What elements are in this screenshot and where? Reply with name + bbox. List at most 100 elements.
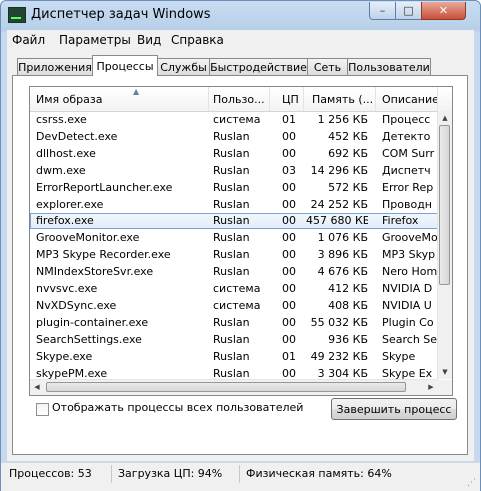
process-user: Ruslan (213, 231, 250, 245)
process-description: Error Rep (382, 180, 434, 194)
process-row[interactable]: plugin-container.exe Ruslan 00 55 032 КБ Plu… (30, 315, 438, 331)
process-user: Ruslan (213, 315, 250, 329)
process-row[interactable]: Skype.exe Ruslan 01 49 232 КБ Skype (30, 349, 438, 365)
process-memory: 412 КБ (328, 282, 368, 295)
menu-view[interactable]: Вид (137, 33, 161, 47)
scroll-right-icon[interactable]: ▶ (424, 380, 438, 394)
process-memory: 1 256 КБ (317, 113, 368, 126)
process-row[interactable]: dllhost.exe Ruslan 00 692 КБ COM Surr (30, 146, 438, 162)
tab-services[interactable]: Службы (157, 58, 210, 75)
vertical-scroll-thumb[interactable] (439, 125, 450, 285)
process-cpu: 00 (282, 214, 296, 228)
list-header: ▲ Имя образа Пользо... ЦП Память (... Оп… (30, 87, 452, 112)
vertical-scrollbar[interactable]: ▲ ▼ (437, 111, 452, 379)
process-cpu: 00 (282, 129, 296, 143)
process-description: Search Se (382, 332, 438, 346)
scroll-up-icon[interactable]: ▲ (438, 111, 452, 125)
process-description: Проводн (382, 197, 432, 211)
column-header-memory[interactable]: Память (... (304, 87, 376, 111)
process-row[interactable]: NMIndexStoreSvr.exe Ruslan 00 4 676 КБ Nero … (30, 264, 438, 280)
menu-options[interactable]: Параметры (59, 33, 131, 47)
column-header-image-name[interactable]: Имя образа (30, 87, 209, 111)
process-user: Ruslan (213, 349, 250, 363)
title-bar[interactable]: Диспетчер задач Windows – □ ✕ (1, 1, 480, 29)
process-row[interactable]: MP3 Skype Recorder.exe Ruslan 00 3 896 КБ MP… (30, 247, 438, 263)
process-cpu: 00 (282, 298, 296, 312)
process-name: skypePM.exe (36, 366, 108, 380)
processes-panel: ▲ Имя образа Пользо... ЦП Память (... Оп… (12, 75, 468, 455)
process-row[interactable]: DevDetect.exe Ruslan 00 452 КБ Детекто (30, 129, 438, 145)
resize-grip-icon[interactable]: ⋰ (467, 478, 477, 488)
horizontal-scroll-thumb[interactable] (46, 382, 406, 392)
process-cpu: 00 (282, 265, 296, 279)
process-row[interactable]: csrss.exe система 01 1 256 КБ Процесс (30, 112, 438, 128)
process-name: DevDetect.exe (36, 129, 118, 143)
process-row[interactable]: firefox.exe Ruslan 00 457 680 КБ Firefox (30, 213, 438, 230)
process-description: Skype (382, 349, 416, 363)
process-memory: 3 896 КБ (317, 248, 368, 262)
column-header-user[interactable]: Пользо... (209, 87, 270, 111)
close-button[interactable]: ✕ (421, 2, 466, 20)
minimize-button[interactable]: – (369, 2, 396, 20)
process-user: Ruslan (213, 197, 250, 211)
process-list[interactable]: ▲ Имя образа Пользо... ЦП Память (... Оп… (29, 86, 453, 396)
show-all-users-checkbox[interactable] (36, 403, 49, 416)
process-name: dwm.exe (36, 163, 86, 177)
tab-network[interactable]: Сеть (307, 58, 348, 75)
status-physical-memory: Физическая память: 64% (246, 467, 392, 480)
process-user: Ruslan (213, 265, 250, 279)
process-memory: 452 КБ (328, 129, 368, 143)
column-header-cpu[interactable]: ЦП (270, 87, 304, 111)
process-cpu: 01 (282, 113, 296, 126)
tab-processes[interactable]: Процессы (92, 55, 158, 76)
process-cpu: 00 (282, 146, 296, 160)
end-process-button[interactable]: Завершить процесс (331, 398, 457, 420)
process-description: Firefox (382, 214, 419, 228)
process-user: система (213, 298, 261, 312)
column-header-description[interactable]: Описание (376, 87, 438, 111)
menu-file[interactable]: Файл (12, 33, 45, 47)
process-memory: 457 680 КБ (306, 214, 368, 228)
status-cpu-usage: Загрузка ЦП: 94% (118, 467, 223, 480)
task-manager-icon (8, 7, 26, 23)
scroll-down-icon[interactable]: ▼ (438, 365, 452, 379)
process-cpu: 00 (282, 282, 296, 295)
process-description: NVIDIA D (382, 282, 433, 295)
process-description: NVIDIA U (382, 298, 432, 312)
process-row[interactable]: ErrorReportLauncher.exe Ruslan 00 572 КБ Err… (30, 180, 438, 196)
process-memory: 49 232 КБ (310, 349, 368, 363)
process-row[interactable]: SearchSettings.exe Ruslan 00 936 КБ Search S… (30, 332, 438, 348)
process-description: Детекто (382, 129, 431, 143)
process-description: Skype Ex (382, 366, 433, 380)
process-cpu: 00 (282, 315, 296, 329)
process-name: dllhost.exe (36, 146, 96, 160)
process-name: plugin-container.exe (36, 315, 149, 329)
process-row[interactable]: explorer.exe Ruslan 00 24 252 КБ Проводн (30, 197, 438, 213)
process-row[interactable]: dwm.exe Ruslan 03 14 296 КБ Диспетч (30, 163, 438, 179)
process-memory: 14 296 КБ (310, 163, 368, 177)
process-row[interactable]: NvXDSync.exe система 00 408 КБ NVIDIA U (30, 298, 438, 314)
horizontal-scrollbar[interactable]: ◀ ▶ (30, 379, 438, 395)
scroll-left-icon[interactable]: ◀ (30, 380, 44, 394)
maximize-button[interactable]: □ (395, 2, 422, 20)
process-name: csrss.exe (36, 113, 87, 126)
tab-applications[interactable]: Приложения (17, 58, 93, 75)
process-cpu: 00 (282, 248, 296, 262)
process-row[interactable]: nvvsvc.exe система 00 412 КБ NVIDIA D (30, 281, 438, 297)
menu-bar: Файл Параметры Вид Справка (7, 30, 474, 50)
process-user: система (213, 282, 261, 295)
process-memory: 936 КБ (328, 332, 368, 346)
process-user: Ruslan (213, 214, 250, 228)
process-description: GrooveMo (382, 231, 438, 245)
tab-users[interactable]: Пользователи (347, 58, 431, 75)
menu-help[interactable]: Справка (171, 33, 224, 47)
show-all-users-label[interactable]: Отображать процессы всех пользователей (52, 401, 303, 414)
tab-performance[interactable]: Быстродействие (209, 58, 308, 75)
task-manager-window: Диспетчер задач Windows – □ ✕ Файл Парам… (0, 0, 481, 491)
process-cpu: 01 (282, 349, 296, 363)
process-name: explorer.exe (36, 197, 104, 211)
process-name: NvXDSync.exe (36, 298, 117, 312)
process-memory: 3 304 КБ (317, 366, 368, 380)
process-row[interactable]: GrooveMonitor.exe Ruslan 00 1 076 КБ GrooveM… (30, 230, 438, 246)
process-memory: 55 032 КБ (310, 315, 368, 329)
